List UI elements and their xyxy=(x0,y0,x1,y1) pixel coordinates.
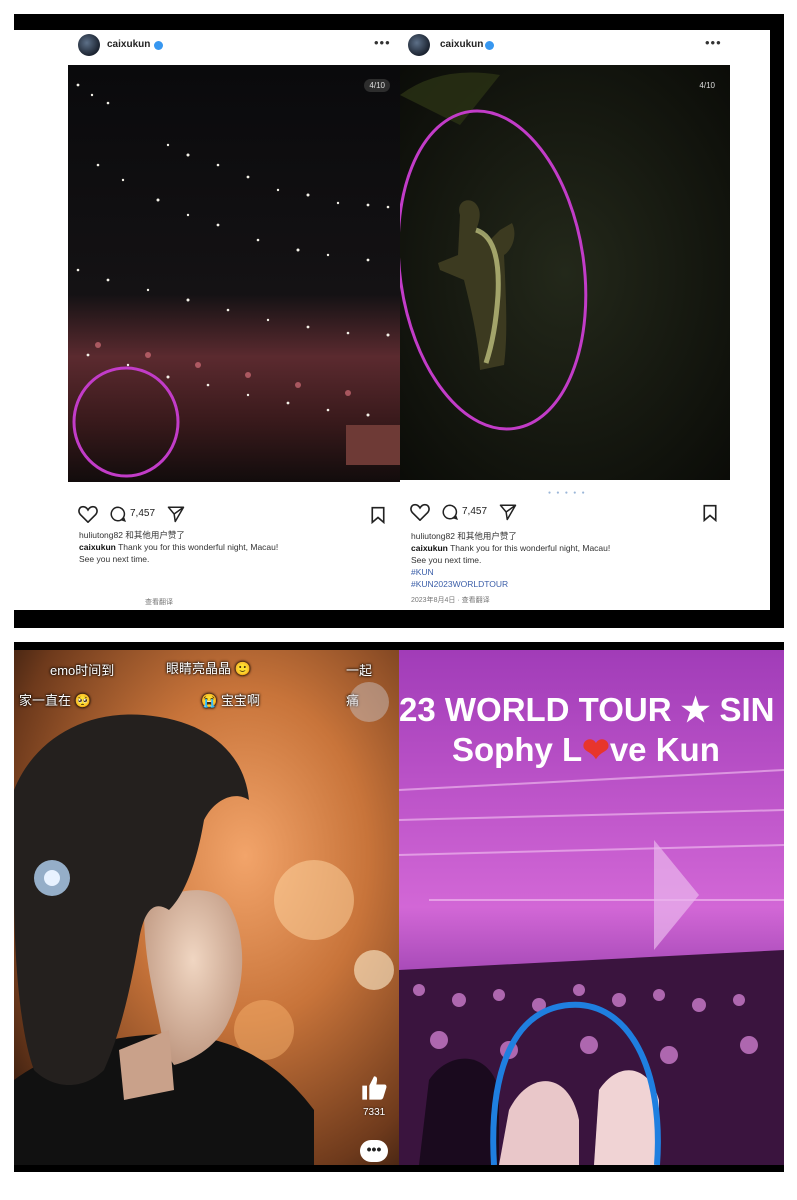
avatar[interactable] xyxy=(408,34,430,56)
post-date: 2023年8月4日 xyxy=(411,597,456,604)
bookmark-icon[interactable] xyxy=(702,504,718,522)
post-header: caixukun ••• xyxy=(400,30,770,60)
caption-text: Thank you for this wonderful night, Maca… xyxy=(118,542,279,552)
instagram-post-left: caixukun ••• 4/10 7,457 huliutong82 和其他用… xyxy=(14,30,400,610)
concert-crowd-image xyxy=(68,65,400,482)
translate-link[interactable]: 查看翻译 xyxy=(462,597,490,604)
heart-icon[interactable] xyxy=(78,505,98,523)
more-options-icon[interactable]: ••• xyxy=(705,35,722,50)
carousel-dots: ● ● ● ● ● xyxy=(548,490,587,496)
post-header: caixukun ••• xyxy=(14,30,400,60)
tour-banner: 23 WORLD TOUR ★ SIN xyxy=(399,691,775,728)
performer-image xyxy=(400,65,730,480)
username[interactable]: caixukun xyxy=(107,39,150,50)
caption: caixukun Thank you for this wonderful ni… xyxy=(79,541,278,553)
comment-icon[interactable] xyxy=(108,505,128,523)
emoji-icon: 🙂 xyxy=(234,661,251,676)
more-icon[interactable]: ••• xyxy=(360,1140,388,1162)
share-icon[interactable] xyxy=(166,505,186,523)
verified-icon xyxy=(485,41,494,50)
danmu-text: 眼睛亮晶晶 xyxy=(166,661,232,676)
hashtag[interactable]: #KUN2023WORLDTOUR xyxy=(411,578,508,590)
caption: caixukun Thank you for this wonderful ni… xyxy=(411,542,610,554)
comment-count: 7,457 xyxy=(130,508,156,519)
danmu-comment: emo时间到 xyxy=(50,663,115,678)
caption-line2: See you next time. xyxy=(411,555,482,565)
video-closeup[interactable]: emo时间到 眼睛亮晶晶 🙂 一起 家一直在 🥺 😭 宝宝啊 痛 7331 ••… xyxy=(14,650,399,1165)
verified-icon xyxy=(154,41,163,50)
tour-text-part: ve Kun xyxy=(609,731,720,768)
heart-icon: ❤ xyxy=(582,731,610,768)
avatar[interactable] xyxy=(78,34,100,56)
caption-line2: See you next time. xyxy=(79,554,150,564)
danmu-text: 宝宝啊 xyxy=(220,693,260,708)
photo-counter: 4/10 xyxy=(364,79,390,92)
danmu-comment: 家一直在 🥺 xyxy=(19,690,91,709)
heart-icon[interactable] xyxy=(410,503,430,521)
hashtag[interactable]: #KUN xyxy=(411,566,434,578)
danmu-text: 家一直在 xyxy=(19,693,72,708)
video-concert[interactable]: 23 WORLD TOUR ★ SIN Sophy L❤ve Kun xyxy=(399,650,784,1165)
like-count: 7331 xyxy=(363,1107,386,1118)
closeup-image xyxy=(14,650,399,1165)
instagram-post-right: caixukun ••• 4/10 ● ● ● ● ● 7,457 huliut… xyxy=(400,30,770,610)
more-options-icon[interactable]: ••• xyxy=(374,35,391,50)
username[interactable]: caixukun xyxy=(440,39,483,50)
emoji-icon: 🥺 xyxy=(74,693,91,708)
caption-text: Thank you for this wonderful night, Maca… xyxy=(450,543,611,553)
share-icon[interactable] xyxy=(498,503,518,521)
likes-line: huliutong82 和其他用户赞了 xyxy=(411,531,517,541)
tour-banner-line2: Sophy L❤ve Kun xyxy=(452,730,720,769)
photo-counter: 4/10 xyxy=(699,81,715,90)
caption-user[interactable]: caixukun xyxy=(79,542,116,552)
likes-line: huliutong82 和其他用户赞了 xyxy=(79,530,185,540)
post-date-and-translate: 2023年8月4日 · 查看翻译 xyxy=(411,597,490,604)
danmu-comment: 眼睛亮晶晶 🙂 xyxy=(166,658,251,677)
post-photo[interactable]: 4/10 xyxy=(400,65,730,480)
thumbs-up-icon[interactable] xyxy=(360,1074,388,1102)
avatar-overlay[interactable] xyxy=(349,682,389,722)
translate-link[interactable]: 查看翻译 xyxy=(145,597,173,609)
caption-user[interactable]: caixukun xyxy=(411,543,448,553)
bookmark-icon[interactable] xyxy=(370,506,386,524)
emoji-icon: 😭 xyxy=(201,693,218,708)
comment-count: 7,457 xyxy=(462,506,488,517)
danmu-comment: 一起 xyxy=(346,663,373,678)
tour-text-part: Sophy L xyxy=(452,731,583,768)
comment-icon[interactable] xyxy=(440,503,460,521)
post-photo[interactable]: 4/10 xyxy=(68,65,400,482)
danmu-comment: 😭 宝宝啊 xyxy=(201,690,260,709)
